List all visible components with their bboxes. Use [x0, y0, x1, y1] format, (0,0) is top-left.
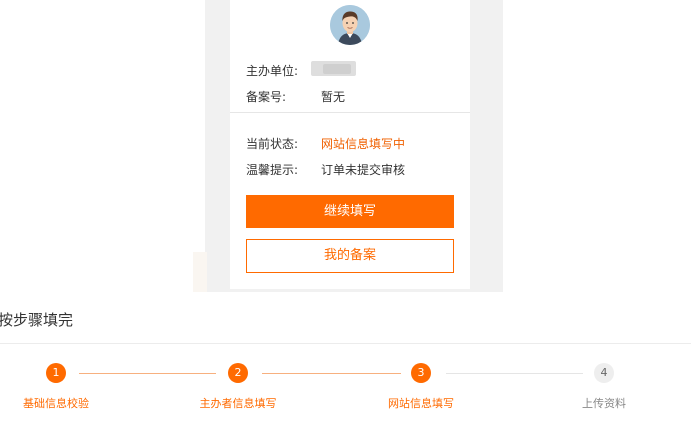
my-record-button[interactable]: 我的备案: [246, 239, 454, 273]
step-connector-3: [446, 373, 583, 374]
background-edge: [193, 252, 207, 292]
record-status-card: 主办单位: 备案号: 暂无 当前状态: 网站信息填写中 温馨提示: 订单未提交审…: [230, 0, 470, 289]
card-divider: [230, 112, 470, 113]
step-4-circle: 4: [594, 363, 614, 383]
step-1-label: 基础信息校验: [23, 397, 89, 410]
record-number-label: 备案号:: [246, 90, 287, 104]
step-connector-2: [262, 373, 401, 374]
record-number-value: 暂无: [321, 90, 346, 104]
record-number-row: 备案号: 暂无: [246, 88, 345, 105]
steps-divider: [0, 343, 691, 344]
step-3-label: 网站信息填写: [388, 397, 454, 410]
current-status-value: 网站信息填写中: [321, 137, 406, 151]
step-3-circle: 3: [411, 363, 431, 383]
tip-label: 温馨提示:: [246, 163, 299, 177]
tip-value: 订单未提交审核: [321, 163, 406, 177]
current-status-row: 当前状态: 网站信息填写中: [246, 135, 405, 152]
step-1-circle: 1: [46, 363, 66, 383]
steps-title: 按步骤填完: [0, 311, 74, 329]
tip-row: 温馨提示: 订单未提交审核: [246, 161, 405, 178]
user-avatar-icon: [330, 5, 370, 45]
step-connector-1: [79, 373, 216, 374]
step-2-circle: 2: [228, 363, 248, 383]
continue-filling-button[interactable]: 继续填写: [246, 195, 454, 228]
sponsor-label: 主办单位:: [246, 64, 299, 78]
step-2-label: 主办者信息填写: [199, 397, 277, 410]
redacted-sponsor-value: [311, 61, 356, 76]
sponsor-row: 主办单位:: [246, 62, 298, 79]
step-4-label: 上传资料: [582, 397, 626, 410]
current-status-label: 当前状态:: [246, 137, 299, 151]
